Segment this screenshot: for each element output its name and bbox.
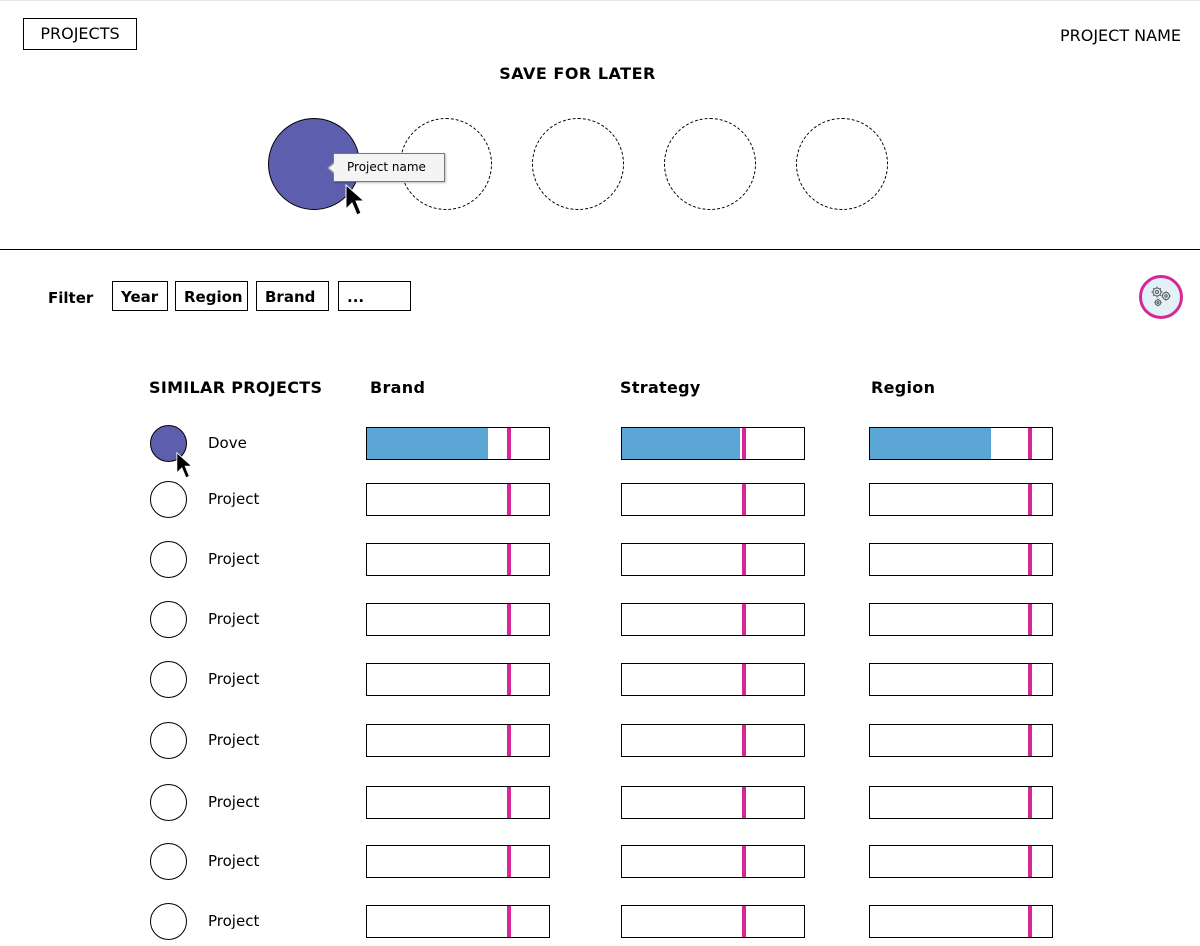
benchmark-marker — [742, 725, 746, 756]
top-divider — [0, 0, 1200, 1]
score-bar-region — [869, 483, 1053, 516]
benchmark-marker — [507, 544, 511, 575]
score-bar-brand — [366, 724, 550, 757]
gears-icon — [1151, 286, 1171, 307]
project-name-heading: PROJECT NAME — [1059, 26, 1181, 45]
benchmark-marker — [507, 846, 511, 877]
benchmark-marker — [742, 544, 746, 575]
score-bar-fill — [870, 428, 991, 459]
score-bar-strategy — [621, 427, 805, 460]
score-bar-strategy — [621, 786, 805, 819]
score-bar-region — [869, 427, 1053, 460]
score-bar-region — [869, 905, 1053, 938]
settings-button[interactable] — [1139, 275, 1183, 319]
score-bar-brand — [366, 663, 550, 696]
score-bar-region — [869, 663, 1053, 696]
row-project-label[interactable]: Project — [208, 852, 259, 870]
score-bar-strategy — [621, 603, 805, 636]
column-header-strategy: Strategy — [620, 378, 701, 397]
score-bar-brand — [366, 905, 550, 938]
score-bar-region — [869, 603, 1053, 636]
score-bar-region — [869, 845, 1053, 878]
score-bar-strategy — [621, 663, 805, 696]
row-select-circle[interactable] — [150, 722, 187, 759]
score-bar-strategy — [621, 483, 805, 516]
benchmark-marker — [1028, 664, 1032, 695]
benchmark-marker — [507, 484, 511, 515]
filter-label: Filter — [48, 289, 94, 307]
row-select-circle[interactable] — [150, 541, 187, 578]
row-select-circle[interactable] — [150, 661, 187, 698]
score-bar-region — [869, 543, 1053, 576]
benchmark-marker — [1028, 484, 1032, 515]
benchmark-marker — [507, 725, 511, 756]
benchmark-marker — [742, 428, 746, 459]
benchmark-marker — [507, 664, 511, 695]
benchmark-marker — [1028, 544, 1032, 575]
save-slot-4[interactable] — [664, 118, 756, 210]
score-bar-brand — [366, 786, 550, 819]
row-select-circle[interactable] — [150, 481, 187, 518]
benchmark-marker — [1028, 846, 1032, 877]
benchmark-marker — [742, 787, 746, 818]
row-project-label[interactable]: Project — [208, 670, 259, 688]
row-project-label[interactable]: Project — [208, 550, 259, 568]
filter-region-button[interactable]: Region — [175, 281, 248, 311]
row-project-label[interactable]: Project — [208, 731, 259, 749]
score-bar-region — [869, 786, 1053, 819]
benchmark-marker — [742, 604, 746, 635]
score-bar-fill — [367, 428, 488, 459]
benchmark-marker — [507, 787, 511, 818]
save-slot-5[interactable] — [796, 118, 888, 210]
row-select-circle[interactable] — [150, 784, 187, 821]
save-slot-3[interactable] — [532, 118, 624, 210]
score-bar-brand — [366, 845, 550, 878]
benchmark-marker — [742, 664, 746, 695]
score-bar-brand — [366, 603, 550, 636]
row-project-label[interactable]: Project — [208, 490, 259, 508]
score-bar-brand — [366, 483, 550, 516]
column-header-region: Region — [871, 378, 936, 397]
similar-projects-title: SIMILAR PROJECTS — [149, 378, 323, 397]
row-project-label[interactable]: Dove — [208, 434, 247, 452]
save-for-later-title: SAVE FOR LATER — [499, 64, 656, 83]
benchmark-marker — [1028, 725, 1032, 756]
projects-button[interactable]: PROJECTS — [23, 18, 137, 50]
benchmark-marker — [742, 846, 746, 877]
score-bar-strategy — [621, 543, 805, 576]
benchmark-marker — [1028, 428, 1032, 459]
score-bar-brand — [366, 427, 550, 460]
score-bar-brand — [366, 543, 550, 576]
score-bar-strategy — [621, 724, 805, 757]
benchmark-marker — [742, 484, 746, 515]
row-select-circle[interactable] — [150, 903, 187, 940]
project-name-tooltip: Project name — [327, 153, 445, 182]
score-bar-strategy — [621, 845, 805, 878]
score-bar-region — [869, 724, 1053, 757]
benchmark-marker — [1028, 604, 1032, 635]
section-divider — [0, 249, 1200, 250]
benchmark-marker — [1028, 906, 1032, 937]
benchmark-marker — [507, 906, 511, 937]
benchmark-marker — [507, 428, 511, 459]
score-bar-strategy — [621, 905, 805, 938]
row-project-label[interactable]: Project — [208, 610, 259, 628]
benchmark-marker — [742, 906, 746, 937]
row-select-circle[interactable] — [150, 601, 187, 638]
filter-brand-button[interactable]: Brand — [256, 281, 329, 311]
score-bar-fill — [622, 428, 740, 459]
filter-year-button[interactable]: Year — [112, 281, 168, 311]
row-select-circle[interactable] — [150, 425, 187, 462]
row-select-circle[interactable] — [150, 843, 187, 880]
benchmark-marker — [1028, 787, 1032, 818]
row-project-label[interactable]: Project — [208, 912, 259, 930]
column-header-brand: Brand — [370, 378, 426, 397]
filter-more-button[interactable]: ... — [338, 281, 411, 311]
benchmark-marker — [507, 604, 511, 635]
row-project-label[interactable]: Project — [208, 793, 259, 811]
